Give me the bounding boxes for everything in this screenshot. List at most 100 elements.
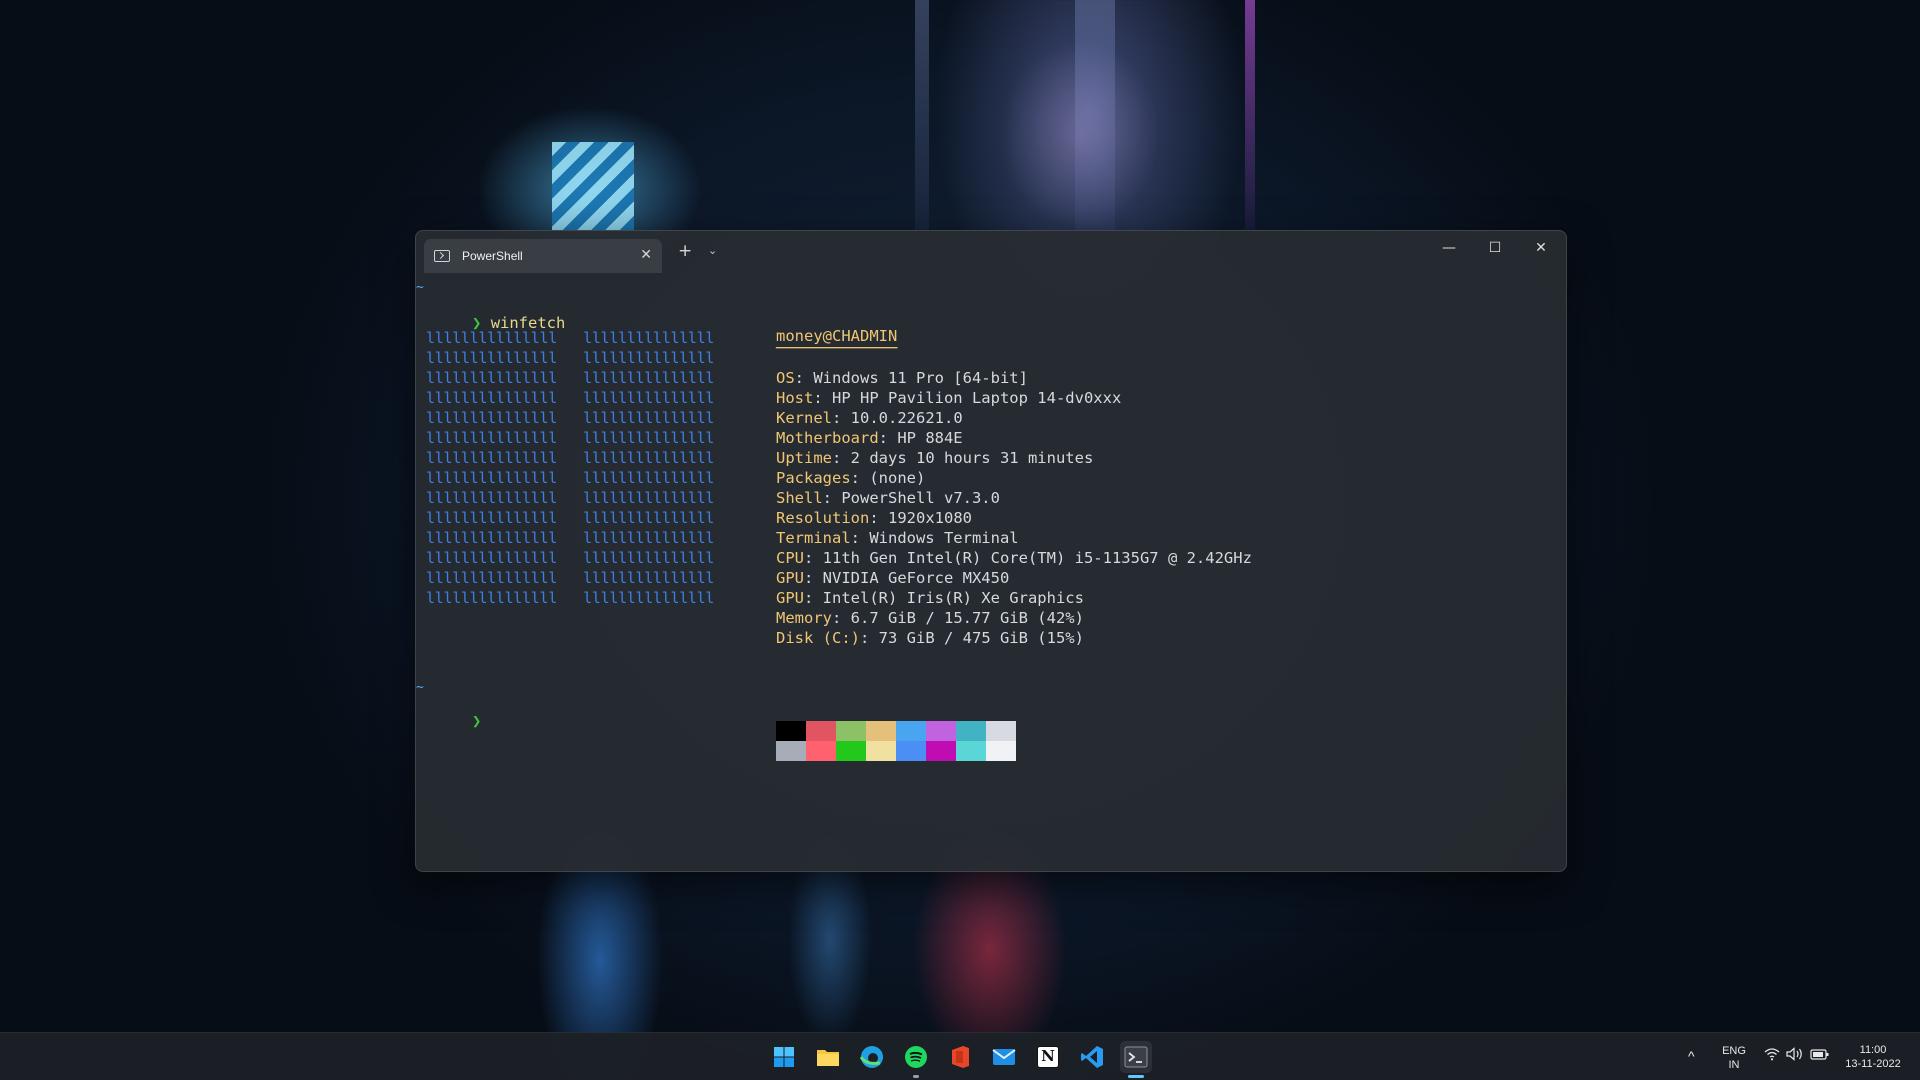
- palette-swatch: [896, 721, 926, 741]
- wifi-icon[interactable]: [1764, 1047, 1784, 1067]
- palette-swatch: [806, 721, 836, 741]
- terminal-content[interactable]: ~ ❯ winfetch lllllllllllllll lllllllllll…: [416, 273, 1566, 871]
- palette-swatch: [926, 741, 956, 761]
- info-key: Terminal: [776, 529, 851, 547]
- notion-icon: N: [1037, 1046, 1059, 1068]
- vscode-button[interactable]: [1076, 1041, 1108, 1073]
- file-explorer-button[interactable]: [812, 1041, 844, 1073]
- language-label: ENG: [1722, 1045, 1746, 1057]
- info-line: Motherboard: HP 884E: [776, 428, 963, 448]
- logo-row: lllllllllllllll lllllllllllllll: [426, 589, 715, 607]
- info-key: Disk (C:): [776, 629, 860, 647]
- info-value: : 1920x1080: [869, 509, 972, 527]
- mail-icon: [992, 1047, 1016, 1067]
- office-button[interactable]: [944, 1041, 976, 1073]
- language-indicator[interactable]: ENG IN: [1720, 1044, 1748, 1072]
- palette-swatch: [956, 741, 986, 761]
- logo-row: lllllllllllllll lllllllllllllll: [426, 349, 715, 367]
- notion-button[interactable]: N: [1032, 1041, 1064, 1073]
- info-key: Uptime: [776, 449, 832, 467]
- palette-swatch: [806, 741, 836, 761]
- tab-title: PowerShell: [462, 249, 523, 263]
- logo-row: lllllllllllllll lllllllllllllll: [426, 469, 715, 487]
- info-value: : (none): [850, 469, 926, 487]
- info-key: Memory: [776, 609, 832, 627]
- clock[interactable]: 11:00 13-11-2022: [1838, 1043, 1908, 1080]
- palette-swatch: [776, 741, 806, 761]
- palette-swatch: [836, 741, 866, 761]
- region-label: IN: [1728, 1059, 1740, 1071]
- tab-close-button[interactable]: ✕: [640, 247, 652, 263]
- color-palette: [776, 721, 1016, 761]
- running-indicator: [913, 1075, 919, 1078]
- mail-button[interactable]: [988, 1041, 1020, 1073]
- info-key: Host: [776, 389, 814, 407]
- logo-row: lllllllllllllll lllllllllllllll: [426, 389, 715, 407]
- logo-row: lllllllllllllll lllllllllllllll: [426, 429, 715, 447]
- logo-row: lllllllllllllll lllllllllllllll: [426, 489, 715, 507]
- prompt-symbol-2: ❯: [472, 712, 482, 730]
- maximize-button[interactable]: ☐: [1480, 240, 1510, 256]
- vscode-icon: [1080, 1045, 1104, 1069]
- edge-button[interactable]: [856, 1041, 888, 1073]
- info-line: Packages: (none): [776, 468, 925, 488]
- palette-swatch: [866, 721, 896, 741]
- palette-swatch: [986, 741, 1016, 761]
- info-line: GPU: NVIDIA GeForce MX450: [776, 568, 1009, 588]
- info-key: GPU: [776, 589, 804, 607]
- neon-sign-image: [552, 142, 634, 230]
- info-key: Shell: [776, 489, 823, 507]
- close-button[interactable]: ✕: [1526, 240, 1556, 256]
- logo-row: lllllllllllllll lllllllllllllll: [426, 529, 715, 547]
- info-value: : PowerShell v7.3.0: [822, 489, 1000, 507]
- info-key: Resolution: [776, 509, 870, 527]
- tab-powershell[interactable]: PowerShell ✕: [424, 239, 662, 273]
- logo-row: lllllllllllllll lllllllllllllll: [426, 369, 715, 387]
- taskbar: N ^ ENG IN 11:00 13-11-2022: [0, 1032, 1920, 1080]
- powershell-icon: [434, 250, 450, 262]
- info-line: CPU: 11th Gen Intel(R) Core(TM) i5-1135G…: [776, 548, 1252, 568]
- info-value: : NVIDIA GeForce MX450: [804, 569, 1010, 587]
- info-line: OS: Windows 11 Pro [64-bit]: [776, 368, 1028, 388]
- logo-row: lllllllllllllll lllllllllllllll: [426, 329, 715, 347]
- info-line: GPU: Intel(R) Iris(R) Xe Graphics: [776, 588, 1084, 608]
- clock-date: 13-11-2022: [1845, 1058, 1901, 1070]
- info-key: Packages: [776, 469, 851, 487]
- windows-icon: [773, 1046, 795, 1068]
- info-value: : HP HP Pavilion Laptop 14-dv0xxx: [813, 389, 1122, 407]
- terminal-icon: [1124, 1046, 1148, 1068]
- clock-time: 11:00: [1859, 1044, 1887, 1056]
- battery-icon[interactable]: [1810, 1047, 1832, 1067]
- separator-line: ─────────────: [776, 339, 898, 357]
- info-value: : HP 884E: [878, 429, 963, 447]
- terminal-button[interactable]: [1120, 1041, 1152, 1078]
- office-icon: [949, 1045, 971, 1069]
- info-line: Host: HP HP Pavilion Laptop 14-dv0xxx: [776, 388, 1121, 408]
- spotify-icon: [904, 1045, 928, 1069]
- info-line: Resolution: 1920x1080: [776, 508, 972, 528]
- start-button[interactable]: [768, 1041, 800, 1073]
- show-hidden-icons-button[interactable]: ^: [1688, 1048, 1695, 1068]
- info-value: : 73 GiB / 475 GiB (15%): [860, 629, 1084, 647]
- title-bar[interactable]: PowerShell ✕ + ⌄ — ☐ ✕: [416, 231, 1566, 273]
- tab-dropdown-button[interactable]: ⌄: [708, 244, 717, 257]
- palette-swatch: [926, 721, 956, 741]
- info-value: : 11th Gen Intel(R) Core(TM) i5-1135G7 @…: [804, 549, 1252, 567]
- palette-swatch: [776, 721, 806, 741]
- running-indicator: [1128, 1075, 1144, 1078]
- info-key: GPU: [776, 569, 804, 587]
- info-line: Terminal: Windows Terminal: [776, 528, 1019, 548]
- prompt-line-2[interactable]: ❯: [416, 691, 481, 751]
- volume-icon[interactable]: [1786, 1047, 1806, 1067]
- logo-row: lllllllllllllll lllllllllllllll: [426, 449, 715, 467]
- folder-icon: [816, 1047, 840, 1067]
- minimize-button[interactable]: —: [1434, 240, 1464, 256]
- spotify-button[interactable]: [900, 1041, 932, 1078]
- info-value: : 2 days 10 hours 31 minutes: [832, 449, 1094, 467]
- palette-swatch: [986, 721, 1016, 741]
- logo-row: lllllllllllllll lllllllllllllll: [426, 569, 715, 587]
- info-value: : Intel(R) Iris(R) Xe Graphics: [804, 589, 1084, 607]
- info-line: Disk (C:): 73 GiB / 475 GiB (15%): [776, 628, 1084, 648]
- new-tab-button[interactable]: +: [678, 242, 692, 260]
- info-line: Uptime: 2 days 10 hours 31 minutes: [776, 448, 1093, 468]
